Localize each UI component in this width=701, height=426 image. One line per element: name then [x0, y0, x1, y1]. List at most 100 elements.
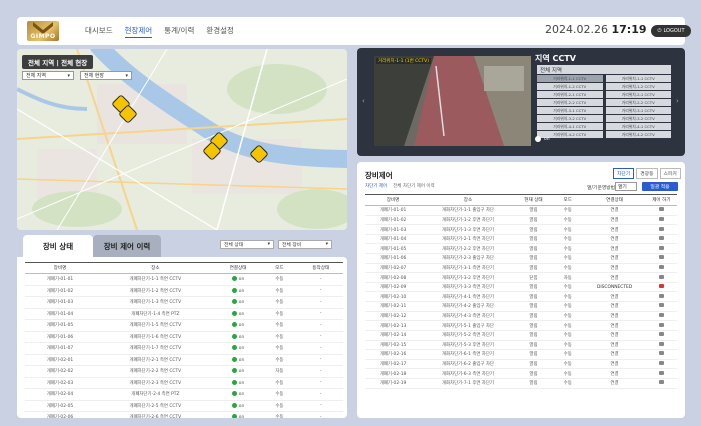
- cctv-camera-item[interactable]: 거리위치-1-2 CCTV: [537, 83, 603, 90]
- edit-icon[interactable]: [658, 245, 664, 250]
- table-cell: 개폐기-01-01: [365, 205, 422, 216]
- edit-icon[interactable]: [658, 332, 664, 337]
- map-region-select[interactable]: 전체 지역 ▾: [22, 71, 74, 80]
- col-device-name: 장비명: [25, 262, 95, 274]
- nav-statistics[interactable]: 통계/이력: [164, 25, 194, 38]
- table-cell: 개폐기-02-04: [25, 388, 95, 401]
- edit-icon[interactable]: [658, 207, 664, 212]
- tab-equipment-control-history[interactable]: 장비 제어 이력: [93, 235, 161, 257]
- edit-icon[interactable]: [658, 313, 664, 317]
- subtab-breaker-control[interactable]: 차단기 제어: [365, 183, 387, 189]
- table-cell: 개화차단기-3-3 측면 차단기: [421, 282, 515, 293]
- table-cell: 개폐기-02-05: [25, 400, 95, 412]
- edit-icon[interactable]: [658, 293, 664, 298]
- control-panel-title: 장비제어: [365, 171, 393, 180]
- edit-icon[interactable]: [658, 341, 664, 346]
- cctv-video-frame: [374, 56, 531, 146]
- tab-speaker[interactable]: 스피커: [659, 168, 681, 179]
- status-table-container: 장비명 장소 연결상태 모드 동작상태 개폐기-01-01 개폐차단기-1-1 측…: [17, 257, 347, 418]
- connection-status-text: on: [238, 380, 245, 386]
- table-row: 개폐기-01-05 개화차단기-2-2 후면 차단기 열림 수동 연결: [365, 243, 677, 255]
- table-cell: 열림: [514, 368, 553, 379]
- table-cell: 수동: [552, 215, 584, 226]
- type-filter-select[interactable]: 전체 장비 ▾: [278, 240, 332, 249]
- table-cell: 수동: [260, 308, 299, 320]
- cctv-video-feed[interactable]: 거리위치-1-1 (1번 CCTV): [374, 56, 531, 146]
- chevron-down-icon: ▾: [125, 72, 128, 79]
- video-overlay-label: 거리위치-1-1 (1번 CCTV): [376, 58, 432, 64]
- cctv-camera-item[interactable]: 거리위치-3-2 CCTV: [605, 115, 671, 122]
- cctv-camera-item[interactable]: 거리위치-2-1 CCTV: [537, 91, 603, 98]
- subtab-breaker-history[interactable]: 전체 차단기 제어 이력: [393, 183, 435, 189]
- nav-site-control[interactable]: 현장제어: [124, 25, 153, 38]
- cctv-camera-item[interactable]: 거리위치-2-1 CCTV: [605, 91, 671, 98]
- edit-icon[interactable]: [658, 351, 664, 356]
- table-cell: 수동: [552, 234, 584, 245]
- cctv-camera-item[interactable]: 거리위치-2-2 CCTV: [605, 99, 671, 106]
- edit-icon[interactable]: [658, 216, 664, 221]
- cctv-camera-item[interactable]: 거리위치-1-1 CCTV: [605, 75, 671, 82]
- col-mode: 모드: [260, 262, 299, 274]
- table-cell: 자동: [260, 365, 299, 378]
- map-panel[interactable]: 전체 지역 | 전체 현장 전체 지역 ▾ 전체 현장 ▾: [17, 49, 347, 230]
- control-action-cell: [645, 378, 677, 389]
- table-cell: -: [298, 365, 343, 378]
- gimpo-logo[interactable]: GIMPO: [27, 21, 59, 41]
- cctv-camera-item[interactable]: 거리위치-4-2 CCTV: [605, 131, 671, 138]
- table-cell: 열림: [514, 311, 553, 322]
- apply-all-button[interactable]: 일괄 적용: [642, 182, 678, 191]
- table-row: 개폐기-01-06 개화차단기-2-3 출입구 차단 열림 수동 연결: [365, 253, 677, 264]
- edit-icon[interactable]: [658, 226, 664, 231]
- cctv-camera-item[interactable]: 거리위치-3-1 CCTV: [537, 107, 603, 114]
- cctv-camera-item[interactable]: 거리위치-1-1 CCTV: [537, 75, 603, 82]
- edit-icon[interactable]: [658, 274, 664, 279]
- tab-warning-light[interactable]: 경광등: [636, 168, 658, 179]
- table-cell: 개폐기-01-06: [365, 253, 422, 264]
- cctv-camera-item[interactable]: 거리위치-1-2 CCTV: [605, 83, 671, 90]
- tab-breaker[interactable]: 차단기: [613, 168, 635, 179]
- connection-status-cell: on: [215, 342, 261, 355]
- edit-icon[interactable]: [658, 236, 664, 241]
- table-cell: 개화차단기-3-1 측면 차단기: [421, 263, 515, 274]
- region-selector-chip[interactable]: 전체 지역 | 전체 현장: [22, 55, 94, 69]
- operation-method-select[interactable]: 열기: [615, 182, 637, 191]
- control-action-cell: [645, 205, 677, 216]
- edit-icon[interactable]: [658, 361, 664, 366]
- nav-settings[interactable]: 환경설정: [206, 25, 234, 38]
- cctv-all-region-item[interactable]: 전체 지역: [537, 65, 671, 74]
- cctv-camera-item[interactable]: 거리위치-2-2 CCTV: [537, 99, 603, 106]
- datetime-display: 2024.02.26 17:19: [545, 23, 647, 36]
- table-cell: 수동: [260, 273, 299, 286]
- edit-icon[interactable]: [658, 303, 664, 308]
- table-cell: -: [298, 342, 343, 355]
- table-cell: 수동: [552, 263, 584, 274]
- table-cell: DISCONNECTED: [583, 282, 646, 293]
- cctv-toggle[interactable]: on: [535, 136, 550, 142]
- top-header: GIMPO 대시보드 현장제어 통계/이력 환경설정 2024.02.26 17…: [17, 17, 691, 45]
- edit-icon[interactable]: [658, 255, 664, 260]
- chevron-right-icon[interactable]: ›: [676, 97, 679, 105]
- table-cell: 개폐기-01-03: [365, 224, 422, 235]
- chevron-left-icon[interactable]: ‹: [362, 97, 365, 105]
- cctv-camera-item[interactable]: 거리위치-3-2 CCTV: [537, 115, 603, 122]
- table-cell: 연결: [583, 253, 646, 264]
- table-cell: 수동: [260, 377, 299, 389]
- table-cell: 개폐차단기-2-1 측면 CCTV: [94, 354, 216, 366]
- nav-dashboard[interactable]: 대시보드: [85, 25, 113, 38]
- edit-icon[interactable]: [658, 284, 664, 289]
- cctv-camera-item[interactable]: 거리위치-4-1 CCTV: [605, 123, 671, 130]
- table-cell: 개화차단기-2-1 측면 차단기: [421, 234, 515, 245]
- connection-status-text: on: [238, 323, 245, 329]
- tab-equipment-status[interactable]: 장비 상태: [23, 235, 93, 257]
- equipment-status-panel: 장비 상태 장비 제어 이력 전체 상태 ▾ 전체 장비 ▾ 장비명 장소 연결…: [17, 235, 347, 418]
- map-region-select-label: 전체 지역: [26, 73, 46, 79]
- logout-button[interactable]: ⏻ LOGOUT: [651, 25, 691, 37]
- status-filter-select[interactable]: 전체 상태 ▾: [220, 240, 274, 249]
- cctv-camera-item[interactable]: 거리위치-4-1 CCTV: [537, 123, 603, 130]
- edit-icon[interactable]: [658, 370, 664, 375]
- edit-icon[interactable]: [658, 322, 664, 327]
- edit-icon[interactable]: [658, 264, 664, 269]
- edit-icon[interactable]: [658, 380, 664, 385]
- map-site-select[interactable]: 전체 현장 ▾: [80, 71, 132, 80]
- cctv-camera-item[interactable]: 거리위치-3-1 CCTV: [605, 107, 671, 114]
